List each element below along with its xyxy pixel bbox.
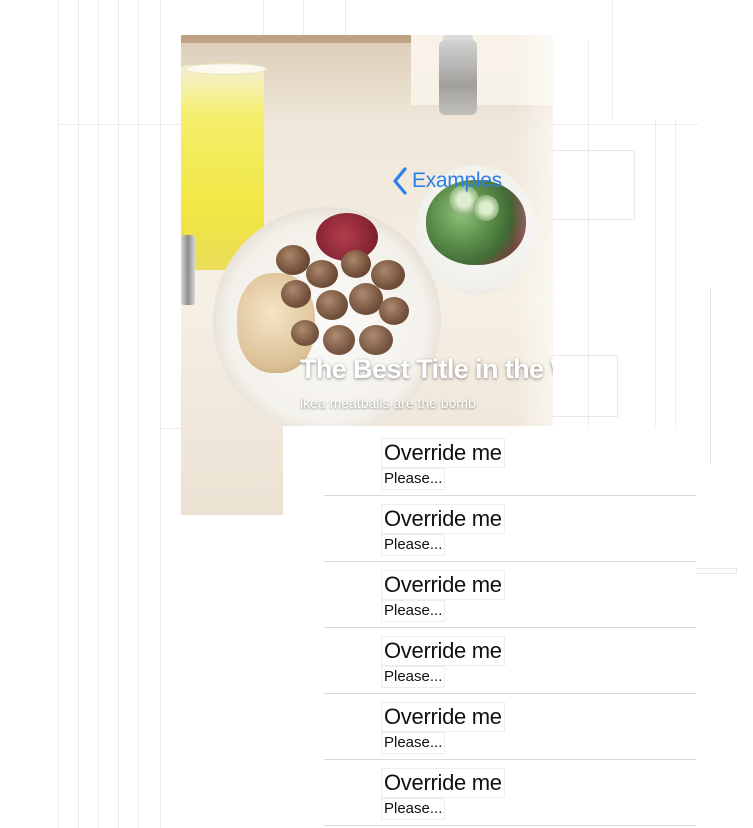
- table-row[interactable]: Override me Please...: [324, 628, 696, 694]
- row-title: Override me: [381, 438, 505, 468]
- row-title: Override me: [381, 702, 505, 732]
- row-title: Override me: [381, 636, 505, 666]
- row-title: Override me: [381, 768, 505, 798]
- table-row[interactable]: Override me Please...: [324, 430, 696, 496]
- guide-line: [710, 288, 711, 463]
- header-subtitle: ikea meatballs are the bomb: [300, 395, 476, 411]
- back-button[interactable]: Examples: [392, 164, 502, 198]
- row-subtitle: Please...: [381, 798, 446, 820]
- guide-line: [612, 0, 613, 120]
- header-title: The Best Title in the World: [300, 354, 553, 384]
- row-subtitle: Please...: [381, 600, 446, 622]
- chevron-left-icon: [393, 167, 407, 195]
- row-title: Override me: [381, 570, 505, 600]
- table-row[interactable]: Override me Please...: [324, 760, 696, 826]
- row-subtitle: Please...: [381, 468, 446, 490]
- row-subtitle: Please...: [381, 732, 446, 754]
- back-button-label: Examples: [412, 169, 502, 192]
- table-row[interactable]: Override me Please...: [324, 496, 696, 562]
- table-row[interactable]: Override me Please...: [324, 694, 696, 760]
- row-subtitle: Please...: [381, 534, 446, 556]
- table-row[interactable]: Override me Please...: [324, 562, 696, 628]
- row-title: Override me: [381, 504, 505, 534]
- row-subtitle: Please...: [381, 666, 446, 688]
